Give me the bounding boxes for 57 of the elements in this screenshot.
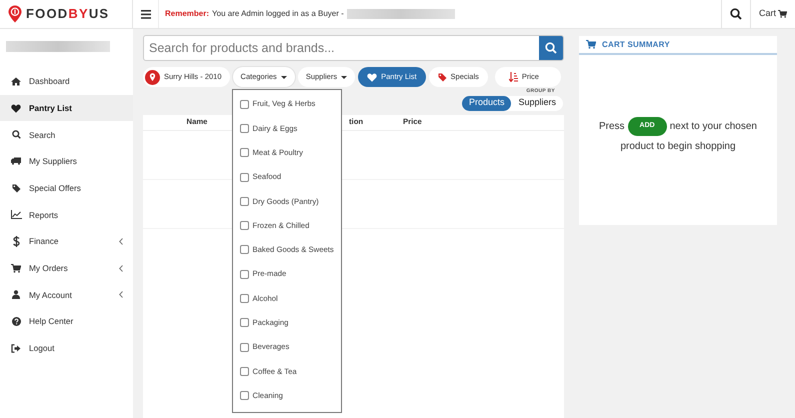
checkbox[interactable] (240, 270, 249, 279)
notice-text: You are Admin logged in as a Buyer - (212, 8, 344, 20)
sidebar-item[interactable]: Search (0, 121, 133, 148)
checkbox[interactable] (240, 342, 249, 352)
cart-hint-text: product to begin shopping (620, 140, 736, 154)
user-icon (12, 290, 20, 300)
checkbox[interactable] (240, 221, 249, 230)
checkbox[interactable] (240, 366, 249, 376)
sidebar-item[interactable]: Logout (0, 334, 133, 362)
search-icon (12, 130, 20, 140)
sidebar-item[interactable]: Special Offers (0, 174, 133, 202)
logo-text: FOODBYUS (26, 5, 110, 24)
logo-pin-icon (8, 5, 22, 23)
checkbox[interactable] (240, 294, 249, 304)
cart-hint-text: next to your chosen (670, 120, 757, 134)
checkbox[interactable] (240, 245, 249, 254)
group-by-option[interactable]: Suppliers (511, 96, 563, 110)
sidebar-item[interactable]: Reports (0, 201, 133, 228)
sign-out-icon (11, 344, 21, 353)
sidebar-item[interactable]: Pantry List (0, 94, 133, 122)
help-icon (12, 317, 20, 326)
caret-icon (341, 76, 348, 78)
sidebar-item[interactable]: Finance (0, 228, 133, 255)
search-icon (730, 8, 742, 20)
sidebar-item[interactable]: My Suppliers (0, 148, 133, 175)
cart-button[interactable]: Cart (750, 0, 795, 28)
group-by-option[interactable]: Products (462, 96, 512, 110)
location-pin-icon (145, 70, 160, 84)
menu-icon (140, 10, 150, 18)
sidebar-item[interactable]: My Account (0, 282, 133, 308)
cart-icon (11, 264, 21, 273)
dollar-icon (12, 236, 20, 247)
caret-icon (280, 76, 287, 78)
checkbox[interactable] (240, 172, 249, 182)
cart-icon (586, 40, 596, 49)
sidebar-item[interactable]: My Orders (0, 254, 133, 282)
checkbox[interactable] (240, 196, 249, 206)
truck-icon (11, 157, 21, 166)
checkbox[interactable] (240, 124, 249, 133)
cart-summary-title: CART SUMMARY (602, 38, 670, 50)
home-icon (11, 76, 21, 86)
notice-label: Remember: (165, 8, 210, 20)
sort-icon (508, 72, 518, 82)
checkbox[interactable] (240, 100, 249, 109)
cart-hint-text: Press (598, 120, 625, 134)
tag-icon (12, 184, 20, 193)
sidebar-item[interactable]: Dashboard (0, 68, 133, 95)
checkbox[interactable] (240, 318, 249, 328)
heart-icon (367, 72, 378, 82)
sidebar-item[interactable]: Help Center (0, 308, 133, 335)
cart-icon (778, 10, 787, 18)
line-chart-icon (10, 210, 22, 220)
search-icon (545, 42, 557, 54)
tag-icon (438, 72, 447, 82)
heart-icon (11, 104, 21, 113)
checkbox[interactable] (240, 148, 249, 158)
checkbox[interactable] (240, 391, 249, 400)
